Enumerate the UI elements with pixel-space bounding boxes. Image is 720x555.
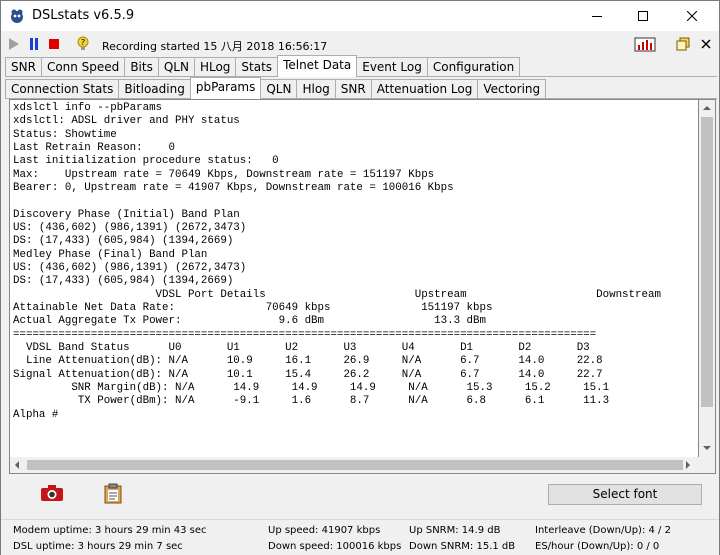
scroll-up-icon[interactable]: [703, 106, 711, 110]
es-per-hour: ES/hour (Down/Up): 0 / 0: [535, 541, 660, 552]
svg-text:?: ?: [81, 38, 85, 47]
subtab-pbparams[interactable]: pbParams: [189, 77, 262, 99]
pause-icon[interactable]: [26, 36, 42, 52]
app-window: DSLstats v6.5.9 ? Recording started 15 八…: [0, 0, 720, 555]
chart-icon[interactable]: [634, 36, 656, 52]
scroll-down-icon[interactable]: [703, 446, 711, 450]
modem-uptime: Modem uptime: 3 hours 29 min 43 sec: [13, 525, 207, 536]
telnet-output[interactable]: xdslctl info --pbParams xdslctl: ADSL dr…: [9, 99, 699, 473]
subtab-vectoring[interactable]: Vectoring: [477, 79, 547, 99]
close-button[interactable]: [669, 1, 715, 31]
tab-conn-speed[interactable]: Conn Speed: [40, 57, 126, 77]
tab-event-log[interactable]: Event Log: [356, 57, 428, 77]
stop-icon[interactable]: [46, 36, 62, 52]
sub-tab-row: Connection Stats Bitloading pbParams QLN…: [5, 77, 547, 99]
scroll-left-icon[interactable]: [15, 461, 19, 469]
up-snrm: Up SNRM: 14.9 dB: [409, 525, 501, 536]
vertical-scrollbar[interactable]: [699, 99, 716, 458]
tab-snr[interactable]: SNR: [5, 57, 42, 77]
tab-configuration[interactable]: Configuration: [426, 57, 521, 77]
tab-telnet-data[interactable]: Telnet Data: [277, 55, 358, 77]
maximize-button[interactable]: [620, 1, 666, 31]
help-icon[interactable]: ?: [75, 36, 91, 52]
subtab-hlog[interactable]: Hlog: [296, 79, 336, 99]
down-speed: Down speed: 100016 kbps: [268, 541, 402, 552]
horizontal-scroll-thumb[interactable]: [27, 460, 683, 470]
window-title: DSLstats v6.5.9: [32, 8, 135, 23]
clipboard-icon[interactable]: [104, 483, 122, 504]
vertical-scroll-thumb[interactable]: [701, 117, 713, 407]
tab-hlog[interactable]: HLog: [193, 57, 237, 77]
window-restore-icon[interactable]: [675, 36, 691, 52]
subtab-qln[interactable]: QLN: [260, 79, 298, 99]
recording-status: Recording started 15 八月 2018 16:56:17: [102, 40, 328, 53]
title-bar: DSLstats v6.5.9: [1, 1, 719, 31]
horizontal-scrollbar[interactable]: [9, 457, 716, 474]
play-icon[interactable]: [6, 36, 22, 52]
minimize-button[interactable]: [574, 1, 620, 31]
app-logo-icon: [11, 9, 23, 23]
up-speed: Up speed: 41907 kbps: [268, 525, 381, 536]
interleave: Interleave (Down/Up): 4 / 2: [535, 525, 671, 536]
subtab-snr[interactable]: SNR: [334, 79, 372, 99]
scroll-right-icon[interactable]: [686, 461, 690, 469]
main-tab-divider: [5, 76, 717, 77]
telnet-output-text: xdslctl info --pbParams xdslctl: ADSL dr…: [13, 102, 661, 421]
subtab-connection-stats[interactable]: Connection Stats: [5, 79, 120, 99]
tab-stats[interactable]: Stats: [235, 57, 279, 77]
close-x-icon[interactable]: [698, 36, 714, 52]
tab-bits[interactable]: Bits: [124, 57, 159, 77]
main-tab-row: SNR Conn Speed Bits QLN HLog Stats Telne…: [5, 55, 521, 77]
down-snrm: Down SNRM: 15.1 dB: [409, 541, 516, 552]
select-font-button[interactable]: Select font: [548, 484, 702, 505]
camera-icon[interactable]: [40, 484, 64, 502]
subtab-bitloading[interactable]: Bitloading: [118, 79, 191, 99]
subtab-attenuation-log[interactable]: Attenuation Log: [370, 79, 479, 99]
dsl-uptime: DSL uptime: 3 hours 29 min 7 sec: [13, 541, 183, 552]
tab-qln[interactable]: QLN: [157, 57, 195, 77]
